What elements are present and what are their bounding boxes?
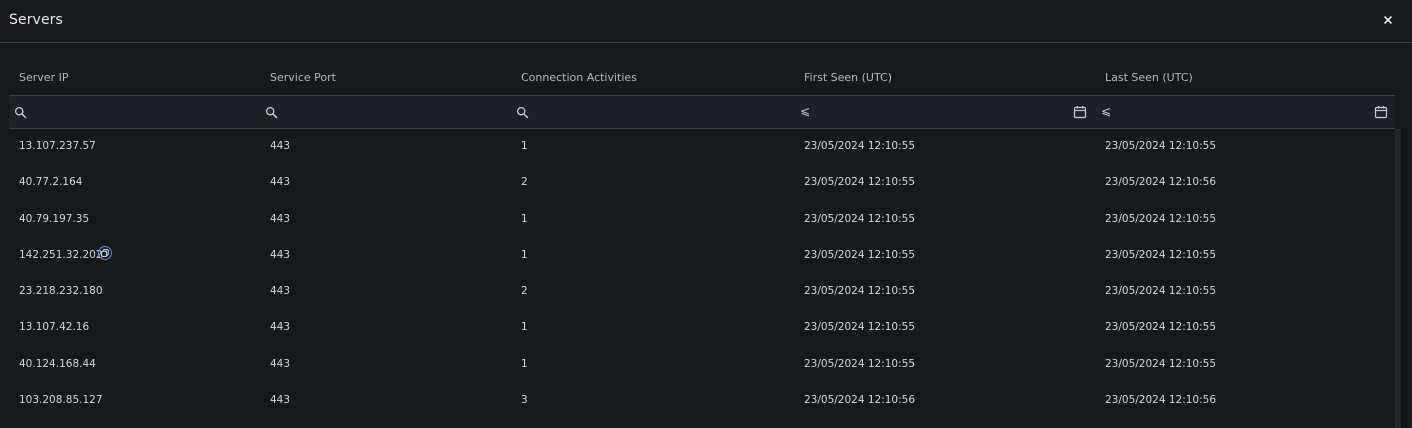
filter-last-seen: ⩽ — [1095, 96, 1395, 128]
server-ip-filter-input[interactable] — [31, 102, 251, 122]
last-seen-cell: 23/05/2024 12:10:55 — [1105, 285, 1217, 298]
table-row[interactable]: 40.79.197.35 443 1 23/05/2024 12:10:55 2… — [9, 202, 1395, 238]
table-body: 13.107.237.57 443 1 23/05/2024 12:10:55 … — [9, 129, 1395, 419]
servers-table: Server IP Service Port Connection Activi… — [9, 43, 1395, 428]
table-header: Server IP Service Port Connection Activi… — [9, 43, 1395, 96]
service-port-cell: 443 — [270, 321, 291, 334]
close-icon — [1384, 16, 1392, 24]
last-seen-operator-select[interactable]: ⩽ — [1101, 104, 1111, 118]
servers-dialog: Servers Server IP Service Port Connectio… — [0, 0, 1412, 428]
column-header-last-seen[interactable]: Last Seen (UTC) — [1105, 71, 1193, 84]
first-seen-cell: 23/05/2024 12:10:55 — [804, 285, 916, 298]
connection-activities-filter-input[interactable] — [533, 102, 783, 122]
copy-icon — [101, 248, 109, 257]
column-header-server-ip[interactable]: Server IP — [19, 71, 68, 84]
last-seen-cell: 23/05/2024 12:10:55 — [1105, 321, 1217, 334]
connection-activities-cell: 1 — [521, 140, 528, 152]
server-ip-cell: 40.124.168.44 — [19, 357, 96, 370]
calendar-icon[interactable] — [1374, 105, 1388, 119]
table-row[interactable]: 13.107.42.16 443 1 23/05/2024 12:10:55 2… — [9, 310, 1395, 346]
table-row[interactable]: 13.107.237.57 443 1 23/05/2024 12:10:55 … — [9, 129, 1395, 165]
filter-service-port — [260, 96, 511, 128]
connection-activities-cell: 1 — [521, 321, 528, 334]
table-scrollbar[interactable] — [1395, 129, 1401, 428]
service-port-cell: 443 — [270, 176, 291, 189]
first-seen-cell: 23/05/2024 12:10:56 — [804, 394, 916, 407]
server-ip-cell: 103.208.85.127 — [19, 394, 103, 407]
table-row[interactable]: 103.208.85.127 443 3 23/05/2024 12:10:56… — [9, 383, 1395, 419]
first-seen-cell: 23/05/2024 12:10:55 — [804, 248, 916, 261]
calendar-icon[interactable] — [1073, 105, 1087, 119]
connection-activities-cell: 1 — [521, 212, 528, 225]
first-seen-cell: 23/05/2024 12:10:55 — [804, 176, 916, 189]
last-seen-cell: 23/05/2024 12:10:56 — [1105, 176, 1217, 189]
search-icon — [14, 106, 27, 119]
server-ip-cell: 40.79.197.35 — [19, 212, 90, 225]
first-seen-cell: 23/05/2024 12:10:55 — [804, 321, 916, 334]
service-port-filter-input[interactable] — [282, 102, 502, 122]
filter-connection-activities — [511, 96, 794, 128]
table-row[interactable]: 142.251.32.202 443 1 23/05/2024 12:10:55… — [9, 238, 1395, 274]
dialog-header: Servers — [0, 0, 1412, 43]
last-seen-cell: 23/05/2024 12:10:56 — [1105, 394, 1217, 407]
first-seen-operator-select[interactable]: ⩽ — [800, 104, 810, 118]
last-seen-cell: 23/05/2024 12:10:55 — [1105, 248, 1217, 261]
last-seen-cell: 23/05/2024 12:10:55 — [1105, 212, 1217, 225]
service-port-cell: 443 — [270, 248, 291, 261]
service-port-cell: 443 — [270, 357, 291, 370]
service-port-cell: 443 — [270, 394, 291, 407]
search-icon — [516, 106, 529, 119]
connection-activities-cell: 1 — [521, 248, 528, 261]
search-icon — [265, 106, 278, 119]
first-seen-cell: 23/05/2024 12:10:55 — [804, 357, 916, 370]
first-seen-cell: 23/05/2024 12:10:55 — [804, 140, 916, 152]
table-row[interactable]: 23.218.232.180 443 2 23/05/2024 12:10:55… — [9, 274, 1395, 310]
connection-activities-cell: 1 — [521, 357, 528, 370]
last-seen-cell: 23/05/2024 12:10:55 — [1105, 357, 1217, 370]
last-seen-cell: 23/05/2024 12:10:55 — [1105, 140, 1217, 152]
table-row[interactable]: 40.124.168.44 443 1 23/05/2024 12:10:55 … — [9, 347, 1395, 383]
service-port-cell: 443 — [270, 140, 291, 152]
server-ip-cell: 13.107.237.57 — [19, 140, 96, 152]
server-ip-cell: 23.218.232.180 — [19, 285, 103, 298]
connection-activities-cell: 3 — [521, 394, 528, 407]
filter-first-seen: ⩽ — [794, 96, 1095, 128]
filter-server-ip — [9, 96, 260, 128]
connection-activities-cell: 2 — [521, 176, 528, 189]
server-ip-cell: 142.251.32.202 — [19, 248, 103, 261]
column-header-first-seen[interactable]: First Seen (UTC) — [804, 71, 892, 84]
column-header-service-port[interactable]: Service Port — [270, 71, 336, 84]
table-row[interactable]: 40.77.2.164 443 2 23/05/2024 12:10:55 23… — [9, 165, 1395, 201]
first-seen-cell: 23/05/2024 12:10:55 — [804, 212, 916, 225]
filter-row: ⩽ ⩽ — [9, 96, 1395, 129]
server-ip-cell: 13.107.42.16 — [19, 321, 90, 334]
service-port-cell: 443 — [270, 285, 291, 298]
service-port-cell: 443 — [270, 212, 291, 225]
column-header-connection-activities[interactable]: Connection Activities — [521, 71, 637, 84]
copy-button[interactable] — [98, 245, 112, 260]
server-ip-cell: 40.77.2.164 — [19, 176, 83, 189]
close-button[interactable] — [1380, 12, 1396, 28]
connection-activities-cell: 2 — [521, 285, 528, 298]
dialog-title: Servers — [9, 12, 63, 28]
